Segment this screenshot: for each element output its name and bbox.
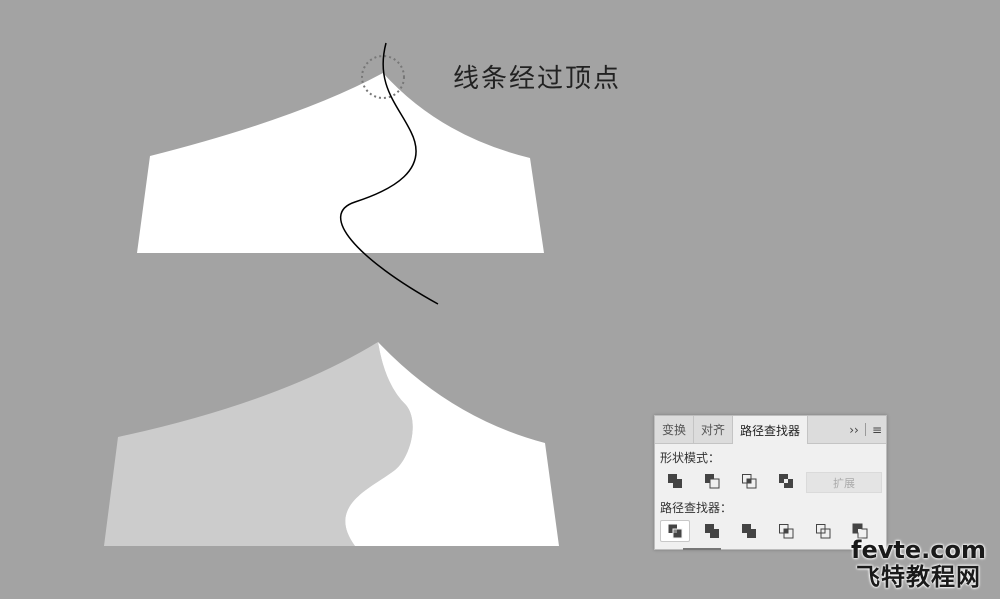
pathfinders-label: 路径查找器： [660, 501, 733, 515]
panel-menu-icon[interactable]: ≡ [868, 416, 886, 443]
shape-modes-row [660, 470, 808, 492]
intersect-button[interactable] [734, 470, 764, 492]
trim-button[interactable] [697, 520, 727, 542]
caption-text: 线条经过顶点 [453, 64, 622, 94]
unite-icon [668, 474, 682, 488]
outline-button[interactable] [808, 520, 838, 542]
merge-icon [742, 524, 756, 538]
watermark: fevte.com 飞特教程网 [851, 537, 986, 591]
watermark-name: 飞特教程网 [856, 563, 982, 591]
tab-pathfinder[interactable]: 路径查找器 [733, 416, 809, 444]
unite-button[interactable] [660, 470, 690, 492]
intersect-icon [742, 474, 757, 489]
panel-collapse-button[interactable]: ›› [845, 416, 863, 443]
outline-icon [816, 524, 831, 539]
crop-button[interactable] [771, 520, 801, 542]
expand-button[interactable]: 扩展 [806, 472, 882, 493]
tabbar-spacer [808, 416, 845, 443]
exclude-button[interactable] [771, 470, 801, 492]
exclude-icon [779, 474, 793, 488]
minus-front-button[interactable] [697, 470, 727, 492]
panel-tabbar: 变换 对齐 路径查找器 ›› ≡ [655, 416, 886, 444]
top-mountain-shape[interactable] [137, 73, 544, 253]
pathfinder-panel: 变换 对齐 路径查找器 ›› ≡ 形状模式： 扩展 路径查找器： [654, 415, 887, 550]
minus-front-icon [705, 474, 720, 489]
merge-button[interactable] [734, 520, 764, 542]
divide-icon [668, 524, 683, 539]
trim-icon [705, 524, 719, 538]
tab-align[interactable]: 对齐 [694, 416, 734, 443]
pathfinders-row [660, 520, 882, 542]
shape-modes-label: 形状模式： [660, 451, 721, 465]
watermark-site: fevte.com [851, 536, 986, 564]
crop-icon [779, 524, 794, 539]
panel-resize-handle[interactable] [683, 548, 721, 550]
tabbar-divider [865, 423, 866, 436]
divide-button[interactable] [660, 520, 690, 542]
tab-transform[interactable]: 变换 [655, 416, 695, 443]
